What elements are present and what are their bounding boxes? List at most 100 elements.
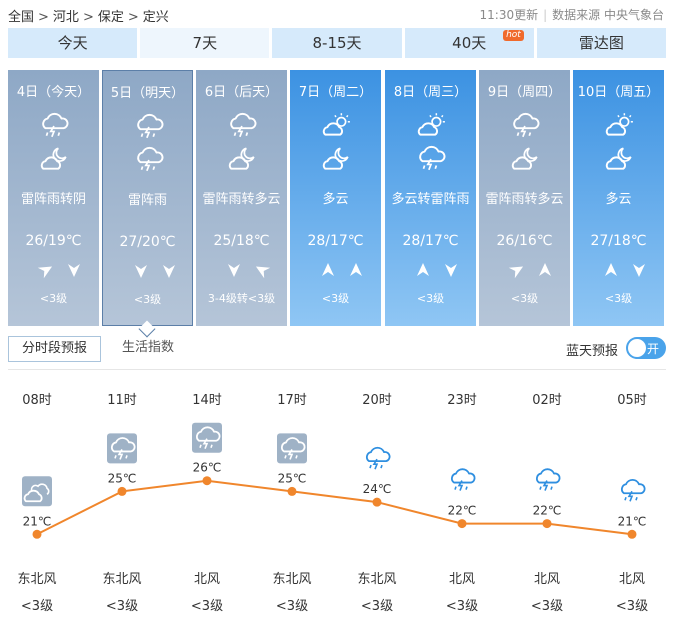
partly-cloudy-day-icon (605, 113, 633, 136)
hour-wind-level: <3级 (105, 599, 139, 614)
hot-badge: hot (503, 30, 524, 41)
hour-wind-direction: 北风 (448, 572, 475, 587)
wind-arrow-icon (37, 266, 53, 279)
day-wind-level: <3级 (39, 292, 68, 305)
day-card[interactable]: 9日（周四） 雷阵雨转多云 26/16℃ <3级 (479, 70, 570, 326)
thunder-rain-icon (192, 422, 222, 453)
tab-8-15-days[interactable]: 8-15天 (272, 28, 402, 58)
hour-time: 14时 (192, 393, 222, 408)
day-temperature: 26/19℃ (25, 233, 82, 249)
temperature-label: 25℃ (278, 471, 307, 485)
day-condition: 多云 (605, 192, 632, 207)
temperature-point (627, 529, 637, 539)
hour-wind-direction: 东北风 (102, 572, 142, 587)
temperature-point (32, 529, 42, 539)
tab-label: 雷达图 (578, 34, 624, 52)
temperature-point (117, 486, 127, 496)
day-card[interactable]: 4日（今天） 雷阵雨转阴 26/19℃ <3级 (8, 70, 99, 326)
tab-life-index[interactable]: 生活指数 (122, 336, 174, 362)
wind-arrow-icon (228, 264, 240, 277)
data-source: 数据来源 中央气象台 (552, 8, 664, 22)
wind-arrow-icon (539, 263, 551, 276)
day-temperature: 27/18℃ (590, 233, 647, 249)
toggle-label: 开 (647, 342, 660, 356)
day-card[interactable]: 7日（周二） 多云 28/17℃ <3级 (290, 70, 381, 326)
blue-sky-forecast-label: 蓝天预报 (566, 344, 619, 359)
hour-wind-direction: 北风 (193, 572, 220, 587)
day-date: 4日（今天） (16, 85, 91, 100)
wind-arrow-icon (255, 266, 271, 279)
tab-today[interactable]: 今天 (8, 28, 138, 58)
hour-time: 17时 (277, 393, 307, 408)
thunder-rain-icon (137, 146, 164, 172)
breadcrumb-separator: > (127, 10, 139, 25)
partly-cloudy-night-icon (322, 147, 349, 170)
wind-direction (479, 261, 570, 279)
breadcrumb-county: 定兴 (142, 10, 169, 25)
day-condition: 雷阵雨转阴 (20, 192, 86, 207)
thunder-rain-night-icon (536, 468, 561, 491)
thunder-rain-night-icon (366, 446, 391, 470)
thunder-rain-icon (277, 433, 307, 464)
hour-wind-direction: 北风 (618, 572, 645, 587)
day-card[interactable]: 5日（明天） 雷阵雨 27/20℃ <3级 (102, 70, 193, 326)
thunder-rain-night-icon (451, 468, 476, 491)
day-condition: 雷阵雨 (127, 193, 167, 208)
day-temperature: 26/16℃ (496, 233, 553, 249)
thunder-rain-icon (513, 112, 540, 138)
wind-arrow-icon (445, 264, 457, 277)
hour-time: 23时 (447, 393, 477, 408)
hour-time: 05时 (617, 393, 647, 408)
temperature-label: 24℃ (363, 482, 392, 496)
day-temperature: 28/17℃ (307, 233, 364, 249)
thunder-rain-icon (230, 112, 257, 138)
temperature-label: 22℃ (533, 504, 562, 518)
day-condition: 雷阵雨转多云 (202, 192, 281, 207)
hour-wind-level: <3级 (20, 599, 54, 614)
hour-wind-direction: 东北风 (272, 572, 312, 587)
hour-wind-direction: 东北风 (357, 572, 397, 587)
thunder-rain-icon (137, 113, 164, 139)
wind-arrow-icon (508, 266, 524, 279)
thunder-rain-icon (42, 112, 69, 138)
tab-7-days[interactable]: 7天 (140, 28, 270, 58)
temperature-point (202, 476, 212, 486)
tab-label: 7天 (192, 34, 218, 52)
day-card[interactable]: 8日（周三） 多云转雷阵雨 28/17℃ <3级 (385, 70, 476, 326)
breadcrumb-city[interactable]: 保定 (98, 10, 124, 25)
temperature-point (457, 519, 467, 529)
day-wind-level: <3级 (510, 292, 539, 305)
wind-arrow-icon (322, 263, 334, 276)
partly-cloudy-night-icon (605, 147, 632, 170)
day-condition: 雷阵雨转多云 (485, 192, 564, 207)
partly-cloudy-day-icon (322, 113, 350, 136)
cloudy-night-icon (40, 147, 67, 170)
day-date: 6日（后天） (204, 85, 279, 100)
breadcrumb-national[interactable]: 全国 (8, 10, 34, 25)
hour-time: 02时 (532, 393, 562, 408)
wind-direction (573, 261, 664, 279)
wind-arrow-icon (163, 265, 175, 278)
day-temperature: 25/18℃ (213, 233, 270, 249)
partly-cloudy-night-icon (228, 147, 255, 170)
breadcrumb-separator: > (82, 10, 94, 25)
tab-hourly-forecast[interactable]: 分时段预报 (8, 336, 101, 362)
tab-40-days[interactable]: 40天 hot (404, 28, 534, 58)
hour-wind-level: <3级 (445, 599, 479, 614)
blue-sky-toggle[interactable]: 开 (626, 337, 666, 359)
day-wind-level: 3-4级转<3级 (207, 292, 276, 305)
breadcrumb-province[interactable]: 河北 (53, 10, 79, 25)
day-card[interactable]: 6日（后天） 雷阵雨转多云 25/18℃ 3-4级转<3级 (196, 70, 287, 326)
wind-arrow-icon (633, 264, 645, 277)
day-date: 8日（周三） (393, 85, 468, 100)
tab-radar[interactable]: 雷达图 (536, 28, 667, 58)
hour-wind-level: <3级 (275, 599, 309, 614)
hour-wind-direction: 东北风 (17, 572, 57, 587)
day-wind-level: <3级 (321, 292, 350, 305)
day-wind-level: <3级 (416, 292, 445, 305)
tab-label: 8-15天 (312, 34, 362, 52)
wind-direction (196, 261, 287, 279)
day-date: 7日（周二） (298, 85, 373, 100)
day-card[interactable]: 10日（周五） 多云 27/18℃ <3级 (573, 70, 664, 326)
wind-arrow-icon (68, 264, 80, 277)
